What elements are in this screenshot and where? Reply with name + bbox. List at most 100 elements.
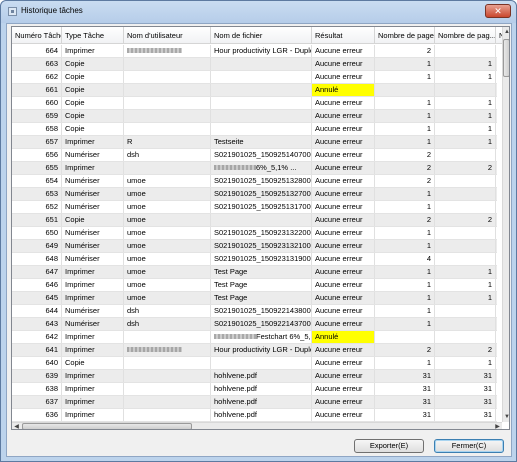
column-header[interactable]: Nombre de pages: [375, 27, 435, 44]
cell-job-type: Numériser: [62, 253, 124, 265]
cell-page-count: 1: [375, 227, 435, 239]
cell-page-count: 2: [375, 45, 435, 57]
cell-job-type: Imprimer: [62, 396, 124, 408]
cell-user-name: [124, 344, 211, 356]
cell-job-number: 645: [12, 292, 62, 304]
scroll-right-arrow-icon[interactable]: ▶: [493, 423, 502, 429]
cell-user-name: [124, 357, 211, 369]
cell-job-type: Numériser: [62, 149, 124, 161]
redacted-text: [127, 48, 182, 53]
app-icon: [8, 7, 17, 16]
cell-file-name: S021901025_150925131700...: [211, 201, 312, 213]
cell-page-count-2: 1: [435, 279, 496, 291]
table-row[interactable]: 643 Numériser dsh S021901025_150922143700..…: [12, 318, 497, 331]
cell-user-name: [124, 383, 211, 395]
close-window-button[interactable]: ✕: [485, 4, 511, 18]
cell-page-count: 1: [375, 136, 435, 148]
cell-page-count: 31: [375, 409, 435, 421]
horizontal-scrollbar[interactable]: ◀ ▶: [12, 422, 502, 429]
cell-result: Aucune erreur: [312, 214, 375, 226]
cell-page-count-2: 1: [435, 357, 496, 369]
cell-job-type: Numériser: [62, 201, 124, 213]
table-row[interactable]: 639 Imprimer hohlvene.pdf Aucune erreur 31 31: [12, 370, 497, 383]
table-row[interactable]: 636 Imprimer hohlvene.pdf Aucune erreur 31 31: [12, 409, 497, 422]
table-row[interactable]: 664 Imprimer Hour productivity LGR - Duple…: [12, 45, 497, 58]
table-row[interactable]: 650 Numériser umoe S021901025_150923132200.…: [12, 227, 497, 240]
table-row[interactable]: 652 Numériser umoe S021901025_150925131700.…: [12, 201, 497, 214]
cell-file-name: [211, 58, 312, 70]
vertical-scroll-thumb[interactable]: [503, 39, 509, 77]
table-row[interactable]: 637 Imprimer hohlvene.pdf Aucune erreur 31 31: [12, 396, 497, 409]
cell-job-number: 649: [12, 240, 62, 252]
cell-job-number: 638: [12, 383, 62, 395]
cell-page-count-2: [435, 201, 496, 213]
table-row[interactable]: 646 Imprimer umoe Test Page Aucune erreur 1 1: [12, 279, 497, 292]
scroll-up-arrow-icon[interactable]: ▲: [503, 27, 509, 37]
table-row[interactable]: 647 Imprimer umoe Test Page Aucune erreur 1 1: [12, 266, 497, 279]
close-button[interactable]: Fermer(C): [434, 439, 504, 453]
column-header[interactable]: Nombre de pag...: [435, 27, 496, 44]
column-header[interactable]: Type Tâche: [62, 27, 124, 44]
column-header[interactable]: Nom d'utilisateur: [124, 27, 211, 44]
cell-file-name: [211, 84, 312, 96]
cell-user-name: dsh: [124, 305, 211, 317]
table-row[interactable]: 640 Copie Aucune erreur 1 1: [12, 357, 497, 370]
cell-job-number: 664: [12, 45, 62, 57]
table-row[interactable]: 641 Imprimer Hour productivity LGR - Duple…: [12, 344, 497, 357]
cell-job-type: Imprimer: [62, 292, 124, 304]
cell-page-count-2: 1: [435, 97, 496, 109]
table-row[interactable]: 642Imprimer Festchart 6%_5,1% ...Annulé: [12, 331, 497, 344]
cell-page-count-2: 1: [435, 123, 496, 135]
scroll-down-arrow-icon[interactable]: ▼: [503, 412, 509, 422]
table-row[interactable]: 655 Imprimer 6%_5,1% ... Aucune erreur 2 2: [12, 162, 497, 175]
vertical-scrollbar[interactable]: ▲ ▼: [502, 27, 509, 422]
cell-result: Aucune erreur: [312, 357, 375, 369]
cell-file-name: hohlvene.pdf: [211, 370, 312, 382]
cell-page-count-2: [435, 84, 496, 96]
table-row[interactable]: 653 Numériser umoe S021901025_150925132700.…: [12, 188, 497, 201]
title-bar[interactable]: Historique tâches ✕: [1, 1, 516, 23]
table-row[interactable]: 645 Imprimer umoe Test Page Aucune erreur 1 1: [12, 292, 497, 305]
cell-job-number: 642: [12, 331, 62, 343]
dialog-content: Numéro Tâche Type Tâche Nom d'utilisateur N…: [6, 23, 512, 457]
table-row[interactable]: 661 Copie Annulé: [12, 84, 497, 97]
export-button[interactable]: Exporter(E): [354, 439, 424, 453]
table-row[interactable]: 659 Copie Aucune erreur 1 1: [12, 110, 497, 123]
cell-result: Annulé: [312, 331, 375, 343]
column-header[interactable]: Numéro Tâche: [12, 27, 62, 44]
cell-result: Aucune erreur: [312, 240, 375, 252]
cell-job-number: 657: [12, 136, 62, 148]
cell-job-type: Imprimer: [62, 383, 124, 395]
cell-result: Aucune erreur: [312, 383, 375, 395]
cell-page-count: 1: [375, 240, 435, 252]
column-header[interactable]: Nom de fichier: [211, 27, 312, 44]
table-row[interactable]: 644 Numériser dsh S021901025_150922143800..…: [12, 305, 497, 318]
cell-page-count-2: 1: [435, 71, 496, 83]
table-row[interactable]: 657 Imprimer R Testseite Aucune erreur 1 1: [12, 136, 497, 149]
table-row[interactable]: 651 Copie umoe Aucune erreur 2 2: [12, 214, 497, 227]
cell-file-name: [211, 71, 312, 83]
column-header[interactable]: Résultat: [312, 27, 375, 44]
table-row[interactable]: 648 Numériser umoe S021901025_150923131900.…: [12, 253, 497, 266]
table-row[interactable]: 654 Numériser umoe S021901025_150925132800.…: [12, 175, 497, 188]
cell-file-name: S021901025_150925132700...: [211, 188, 312, 200]
table-row[interactable]: 662 Copie Aucune erreur 1 1: [12, 71, 497, 84]
table-row[interactable]: 660 Copie Aucune erreur 1 1: [12, 97, 497, 110]
table-row[interactable]: 656 Numériser dsh S021901025_150925140700..…: [12, 149, 497, 162]
cell-page-count-2: [435, 240, 496, 252]
table-row[interactable]: 649 Numériser umoe S021901025_150923132100.…: [12, 240, 497, 253]
cell-page-count-2: [435, 175, 496, 187]
job-history-table[interactable]: Numéro Tâche Type Tâche Nom d'utilisateur N…: [11, 26, 510, 430]
cell-page-count-2: 2: [435, 162, 496, 174]
cell-file-name: S021901025_150923132100...: [211, 240, 312, 252]
cell-job-number: 652: [12, 201, 62, 213]
cell-page-count: 1: [375, 58, 435, 70]
scroll-left-arrow-icon[interactable]: ◀: [12, 423, 21, 429]
horizontal-scroll-thumb[interactable]: [22, 423, 192, 429]
table-row[interactable]: 663 Copie Aucune erreur 1 1: [12, 58, 497, 71]
table-row[interactable]: 658 Copie Aucune erreur 1 1: [12, 123, 497, 136]
cell-job-number: 654: [12, 175, 62, 187]
cell-page-count: 1: [375, 123, 435, 135]
table-row[interactable]: 638 Imprimer hohlvene.pdf Aucune erreur 31 31: [12, 383, 497, 396]
cell-job-number: 637: [12, 396, 62, 408]
